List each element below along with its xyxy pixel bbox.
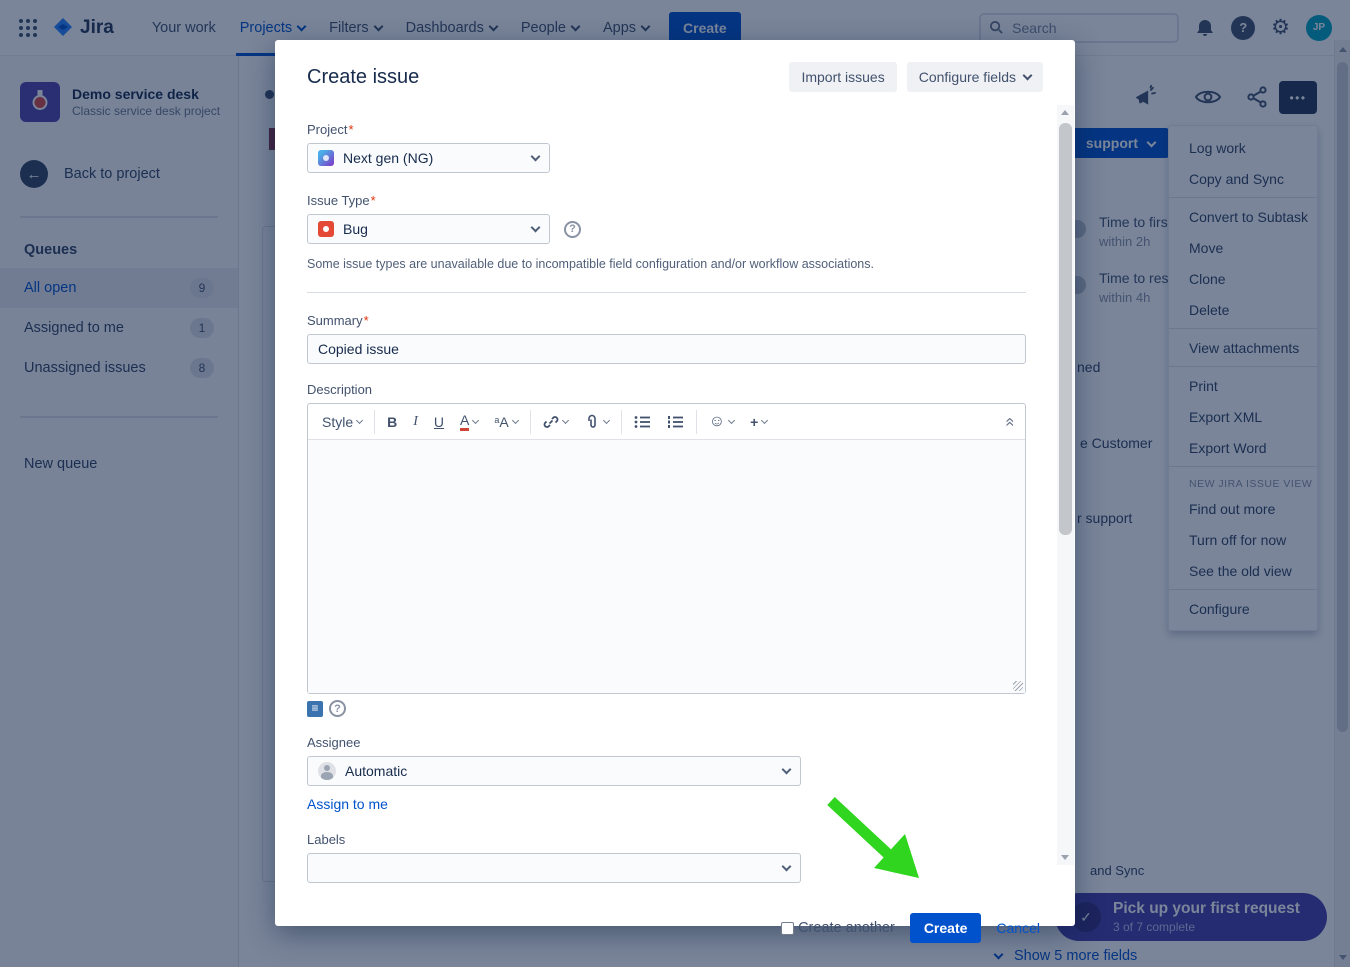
dialog-scrollbar-thumb[interactable] (1059, 123, 1072, 535)
smiley-icon: ☺ (709, 413, 725, 431)
chevron-down-icon (603, 416, 610, 423)
chevron-down-icon (531, 223, 541, 233)
chevron-down-icon (782, 765, 792, 775)
plus-icon: + (750, 414, 758, 430)
assignee-avatar-icon (318, 762, 336, 780)
assignee-select[interactable]: Automatic (307, 756, 801, 786)
form-divider (307, 292, 1026, 293)
chevron-down-icon (1023, 71, 1033, 81)
numbered-list-button[interactable] (659, 409, 692, 435)
numbered-list-icon (667, 415, 684, 429)
dialog-header: Create issue Import issues Configure fie… (275, 40, 1075, 92)
required-asterisk: * (348, 122, 353, 137)
scroll-up-arrow[interactable] (1061, 110, 1069, 115)
link-icon (543, 414, 559, 430)
insert-link-dropdown[interactable] (535, 409, 576, 435)
summary-input[interactable] (307, 334, 1026, 364)
cancel-link[interactable]: Cancel (996, 920, 1040, 936)
assign-to-me-link[interactable]: Assign to me (307, 796, 388, 812)
description-help-icon[interactable]: ? (329, 700, 346, 717)
dialog-title: Create issue (307, 66, 789, 89)
chevron-down-icon (512, 416, 519, 423)
paperclip-icon (584, 414, 600, 430)
create-another-label: Create another (798, 920, 895, 936)
configure-fields-button[interactable]: Configure fields (907, 62, 1043, 92)
dialog-body: Project* Next gen (NG) Issue Type* Bug ?… (275, 92, 1058, 943)
italic-button[interactable]: I (405, 409, 426, 435)
style-dropdown[interactable]: Style (314, 409, 370, 435)
project-select[interactable]: Next gen (NG) (307, 143, 550, 173)
next-gen-project-icon (318, 150, 334, 166)
attach-file-dropdown[interactable] (576, 409, 617, 435)
required-asterisk: * (371, 193, 376, 208)
issue-type-field-label: Issue Type* (307, 193, 1058, 208)
bold-button[interactable]: B (379, 409, 405, 435)
description-field-label: Description (307, 382, 1058, 397)
jira-app: Jira Your work Projects Filters Dashboar… (0, 0, 1350, 967)
wiki-markup-icon[interactable]: ≡ (307, 701, 323, 717)
scroll-down-arrow[interactable] (1061, 855, 1069, 860)
dialog-scrollbar[interactable] (1057, 105, 1074, 865)
issue-type-select[interactable]: Bug (307, 214, 550, 244)
issue-type-note: Some issue types are unavailable due to … (307, 257, 1058, 271)
create-another-checkbox[interactable] (781, 922, 794, 935)
import-issues-button[interactable]: Import issues (789, 62, 896, 92)
create-issue-dialog: Create issue Import issues Configure fie… (275, 40, 1075, 926)
bullet-list-button[interactable] (626, 409, 659, 435)
chevron-down-icon (728, 416, 735, 423)
bug-type-icon (318, 221, 334, 237)
underline-button[interactable]: U (426, 409, 452, 435)
required-asterisk: * (364, 313, 369, 328)
collapse-toolbar-icon[interactable]: « (1000, 413, 1020, 430)
description-textarea[interactable] (308, 440, 1025, 693)
bullet-list-icon (634, 415, 651, 429)
project-field-label: Project* (307, 122, 1058, 137)
text-size-dropdown[interactable]: aA (486, 409, 525, 435)
chevron-down-icon (562, 416, 569, 423)
resize-handle[interactable] (1013, 681, 1023, 691)
chevron-down-icon (472, 416, 479, 423)
chevron-down-icon (782, 862, 792, 872)
emoji-dropdown[interactable]: ☺ (701, 409, 742, 435)
text-color-dropdown[interactable]: A (452, 409, 486, 435)
chevron-down-icon (356, 416, 363, 423)
dialog-footer: Create another Create Cancel (307, 913, 1040, 943)
chevron-down-icon (531, 152, 541, 162)
insert-more-dropdown[interactable]: + (742, 409, 775, 435)
assignee-field-label: Assignee (307, 735, 1058, 750)
create-button[interactable]: Create (910, 913, 982, 943)
summary-field-label: Summary* (307, 313, 1058, 328)
labels-field-label: Labels (307, 832, 1058, 847)
description-editor: Style B I U A aA (307, 403, 1026, 694)
editor-footer-icons: ≡ ? (307, 700, 1058, 717)
editor-toolbar: Style B I U A aA (308, 404, 1025, 440)
issue-type-help-icon[interactable]: ? (564, 221, 581, 238)
chevron-down-icon (761, 416, 768, 423)
labels-select[interactable] (307, 853, 801, 883)
